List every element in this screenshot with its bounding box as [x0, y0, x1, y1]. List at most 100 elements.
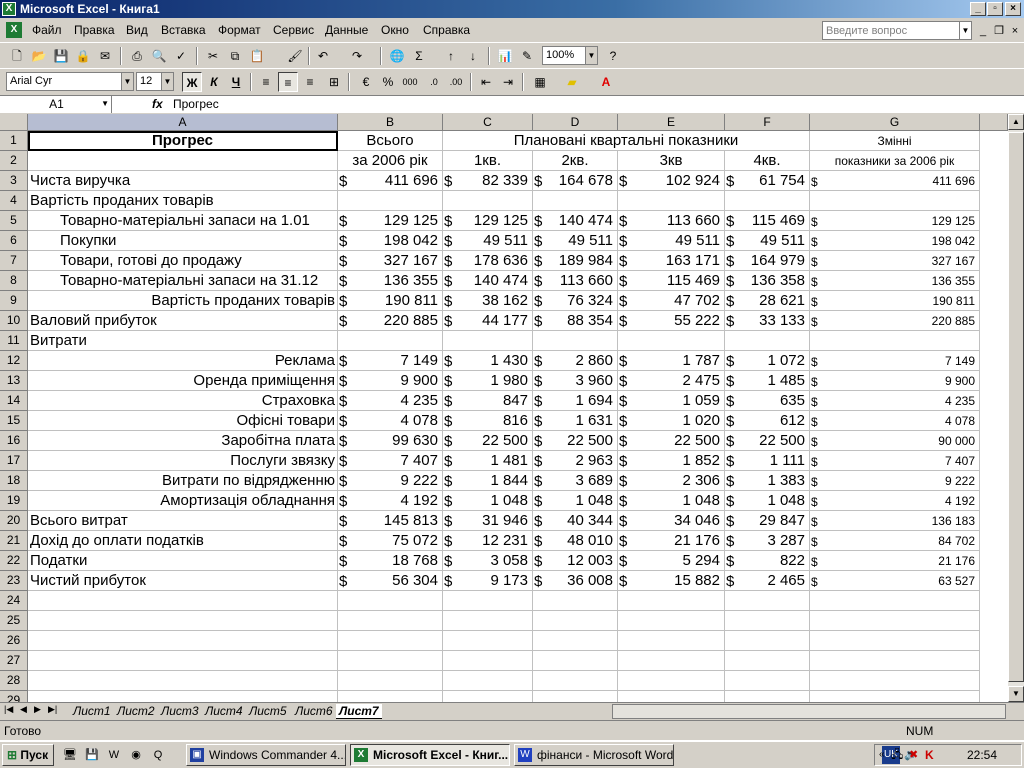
increase-indent-icon[interactable]: ⇥: [498, 72, 518, 92]
cell-c4[interactable]: [443, 191, 533, 211]
cell-b3[interactable]: $411 696: [338, 171, 443, 191]
align-center-icon[interactable]: ≡: [278, 72, 298, 92]
row-header-17[interactable]: 17: [0, 451, 28, 471]
doc-close-button[interactable]: ×: [1008, 24, 1022, 38]
scroll-down-icon[interactable]: ▼: [1008, 686, 1024, 702]
decrease-decimal-icon[interactable]: .00: [446, 72, 466, 92]
cell-g26[interactable]: [810, 631, 980, 651]
cell-g4[interactable]: [810, 191, 980, 211]
row-header-5[interactable]: 5: [0, 211, 28, 231]
cell-c5[interactable]: $129 125: [443, 211, 533, 231]
cell-b13[interactable]: $9 900: [338, 371, 443, 391]
cell-d23[interactable]: $36 008: [533, 571, 618, 591]
cell-d20[interactable]: $40 344: [533, 511, 618, 531]
chart-wizard-icon[interactable]: 📊: [496, 47, 514, 65]
cell-c21[interactable]: $12 231: [443, 531, 533, 551]
cell-c9[interactable]: $38 162: [443, 291, 533, 311]
cell-b18[interactable]: $9 222: [338, 471, 443, 491]
column-header-e[interactable]: E: [618, 114, 725, 131]
cell-g16[interactable]: $90 000: [810, 431, 980, 451]
doc-restore-button[interactable]: ❐: [992, 24, 1006, 38]
cut-icon[interactable]: ✂: [204, 47, 222, 65]
quicklaunch-app-icon[interactable]: 💾: [84, 747, 100, 763]
menu-view[interactable]: Вид: [126, 23, 148, 37]
cell-b16[interactable]: $99 630: [338, 431, 443, 451]
cell-f5[interactable]: $115 469: [725, 211, 810, 231]
cell-g20[interactable]: $136 183: [810, 511, 980, 531]
cell-e19[interactable]: $1 048: [618, 491, 725, 511]
borders-icon[interactable]: ▦: [530, 72, 550, 92]
cell-f28[interactable]: [725, 671, 810, 691]
cell-a22[interactable]: Податки: [28, 551, 338, 571]
cell-c1[interactable]: Плановані квартальні показники: [443, 131, 810, 151]
sheet-tab-6[interactable]: Лист6: [292, 704, 336, 719]
cell-e4[interactable]: [618, 191, 725, 211]
open-icon[interactable]: 📂: [30, 47, 48, 65]
cell-b20[interactable]: $145 813: [338, 511, 443, 531]
cell-b27[interactable]: [338, 651, 443, 671]
cell-e6[interactable]: $49 511: [618, 231, 725, 251]
cell-f17[interactable]: $1 111: [725, 451, 810, 471]
cell-c22[interactable]: $3 058: [443, 551, 533, 571]
horizontal-scrollbar[interactable]: [612, 704, 1006, 719]
cell-a13[interactable]: Оренда приміщення: [28, 371, 338, 391]
scroll-thumb[interactable]: [1008, 132, 1024, 682]
cell-a16[interactable]: Заробітна плата: [28, 431, 338, 451]
cell-c14[interactable]: $847: [443, 391, 533, 411]
format-painter-icon[interactable]: 🖌: [286, 47, 304, 65]
workbook-icon[interactable]: X: [6, 22, 22, 38]
cell-e27[interactable]: [618, 651, 725, 671]
cell-g17[interactable]: $7 407: [810, 451, 980, 471]
sheet-tab-4[interactable]: Лист4: [202, 704, 246, 719]
cell-c20[interactable]: $31 946: [443, 511, 533, 531]
bold-button[interactable]: Ж: [182, 72, 202, 92]
cell-c13[interactable]: $1 980: [443, 371, 533, 391]
cell-b9[interactable]: $190 811: [338, 291, 443, 311]
cell-g18[interactable]: $9 222: [810, 471, 980, 491]
row-header-9[interactable]: 9: [0, 291, 28, 311]
scroll-up-icon[interactable]: ▲: [1008, 114, 1024, 130]
cell-f15[interactable]: $612: [725, 411, 810, 431]
percent-icon[interactable]: %: [378, 72, 398, 92]
cell-d13[interactable]: $3 960: [533, 371, 618, 391]
row-header-21[interactable]: 21: [0, 531, 28, 551]
cell-g14[interactable]: $4 235: [810, 391, 980, 411]
new-icon[interactable]: 🗋: [8, 47, 26, 65]
redo-icon[interactable]: ↷: [348, 47, 366, 65]
column-header-f[interactable]: F: [725, 114, 810, 131]
cell-d6[interactable]: $49 511: [533, 231, 618, 251]
cell-d24[interactable]: [533, 591, 618, 611]
cell-b6[interactable]: $198 042: [338, 231, 443, 251]
row-header-29[interactable]: 29: [0, 691, 28, 702]
cell-e5[interactable]: $113 660: [618, 211, 725, 231]
menu-window[interactable]: Окно: [381, 23, 409, 37]
prev-sheet-icon[interactable]: ◀: [20, 704, 27, 715]
cell-g23[interactable]: $63 527: [810, 571, 980, 591]
cell-e13[interactable]: $2 475: [618, 371, 725, 391]
row-header-22[interactable]: 22: [0, 551, 28, 571]
copy-icon[interactable]: ⧉: [226, 47, 244, 65]
cell-g19[interactable]: $4 192: [810, 491, 980, 511]
cell-d27[interactable]: [533, 651, 618, 671]
column-header-b[interactable]: B: [338, 114, 443, 131]
menu-data[interactable]: Данные: [325, 23, 368, 37]
excel-app-icon[interactable]: X: [2, 2, 16, 16]
cell-b15[interactable]: $4 078: [338, 411, 443, 431]
cell-e11[interactable]: [618, 331, 725, 351]
cell-a9[interactable]: Вартість проданих товарів: [28, 291, 338, 311]
cell-g13[interactable]: $9 900: [810, 371, 980, 391]
cell-g6[interactable]: $198 042: [810, 231, 980, 251]
cell-e7[interactable]: $163 171: [618, 251, 725, 271]
desktop-icon[interactable]: 🖥: [62, 747, 78, 763]
cell-b24[interactable]: [338, 591, 443, 611]
column-header-c[interactable]: C: [443, 114, 533, 131]
cell-a20[interactable]: Всього витрат: [28, 511, 338, 531]
chevron-down-icon[interactable]: ▼: [121, 73, 133, 90]
sort-descending-icon[interactable]: ↓: [464, 47, 482, 65]
cell-e29[interactable]: [618, 691, 725, 702]
cell-c25[interactable]: [443, 611, 533, 631]
cell-d18[interactable]: $3 689: [533, 471, 618, 491]
increase-decimal-icon[interactable]: .0: [424, 72, 444, 92]
help-question-box[interactable]: Введите вопрос ▼: [822, 21, 972, 40]
cell-a6[interactable]: Покупки: [28, 231, 338, 251]
